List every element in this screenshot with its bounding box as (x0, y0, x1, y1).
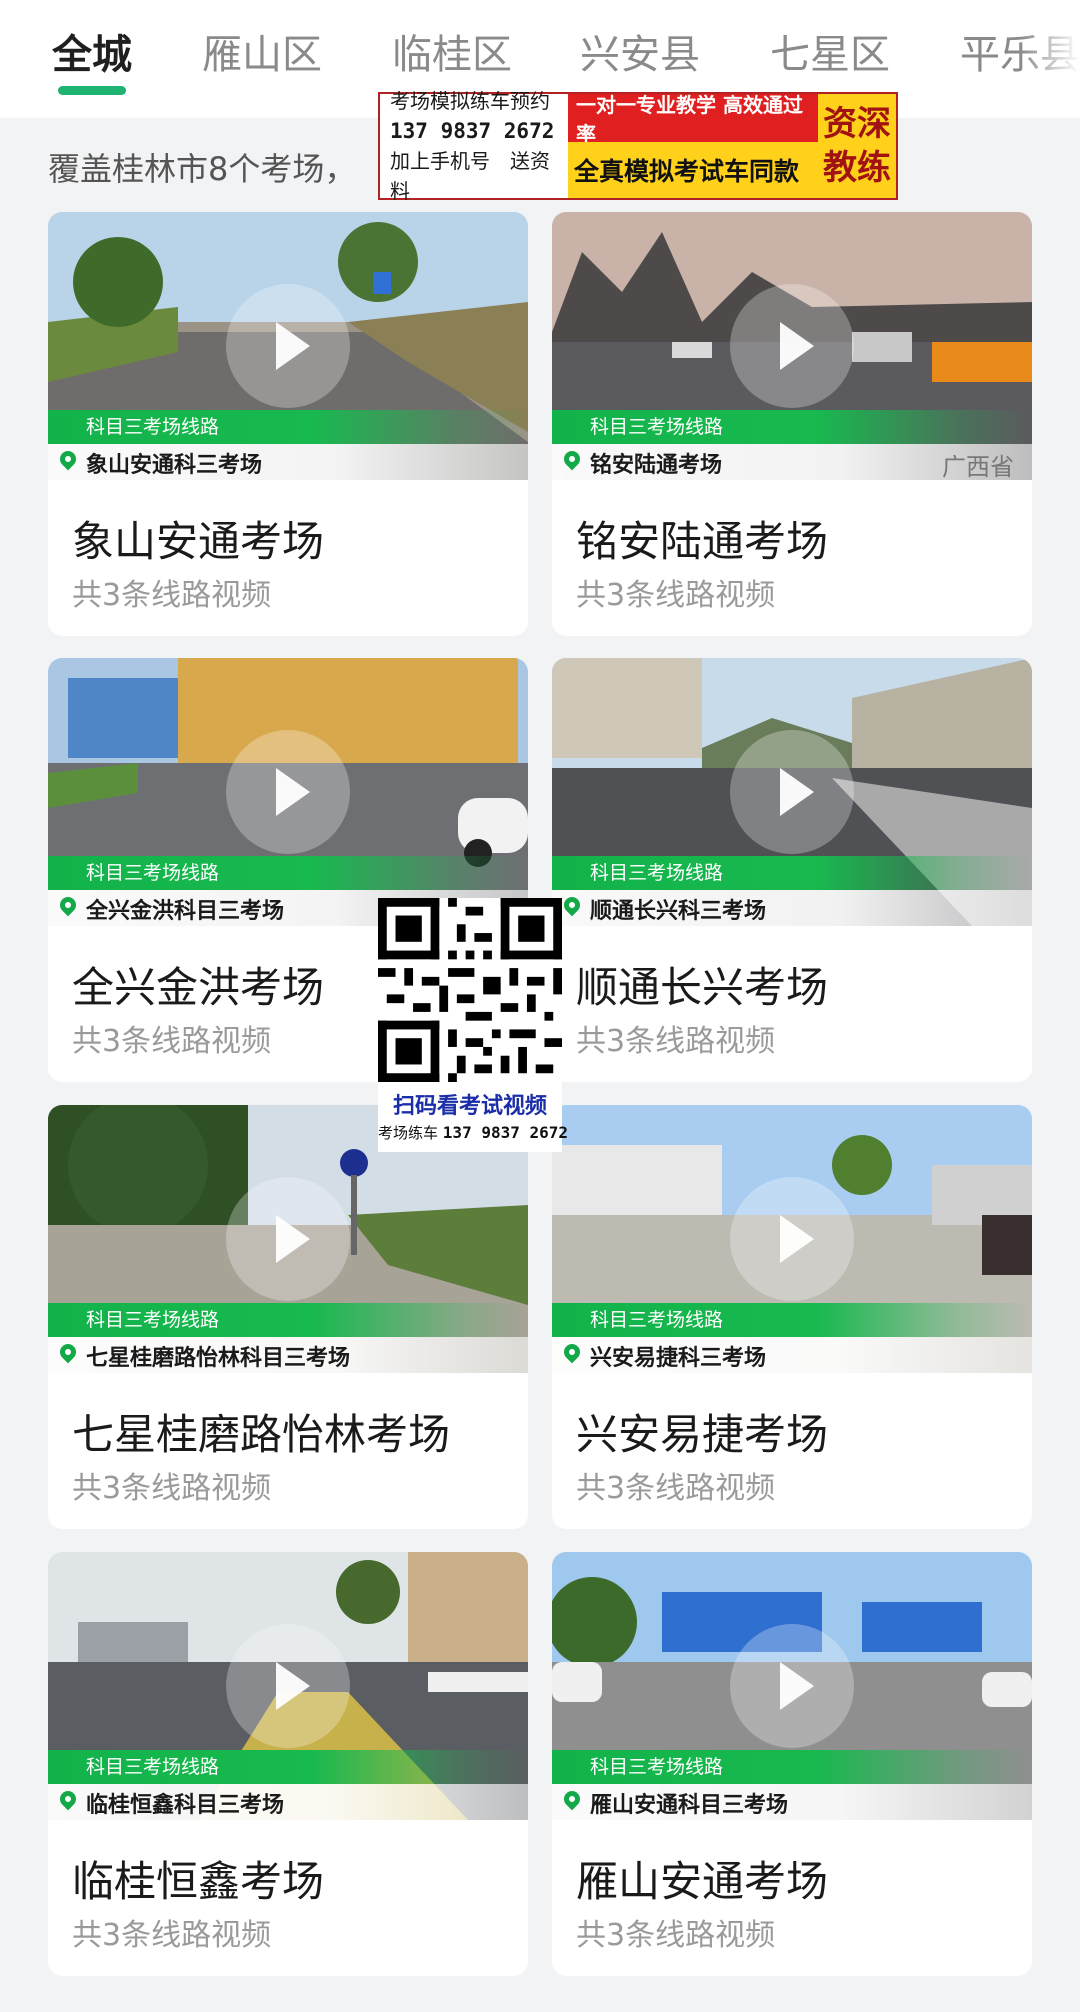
video-thumbnail[interactable]: 科目三考场线路 全兴金洪科目三考场 (48, 658, 528, 926)
video-thumbnail[interactable]: 科目三考场线路 顺通长兴科三考场 (552, 658, 1032, 926)
tab-xingan[interactable]: 兴安县 (580, 22, 700, 80)
ad-slogan2: 全真模拟考试车同款 (568, 142, 818, 198)
route-tag: 科目三考场线路 (48, 1750, 528, 1784)
exam-site-card[interactable]: 科目三考场线路 象山安通科三考场 象山安通考场 共3条线路视频 (48, 212, 528, 636)
location-label: 铭安陆通考场 (590, 453, 723, 478)
location-strip: 顺通长兴科三考场 (552, 890, 1032, 926)
location-strip: 雁山安通科目三考场 (552, 1784, 1032, 1820)
exam-site-card[interactable]: 科目三考场线路 雁山安通科目三考场 雁山安通考场 共3条线路视频 (552, 1552, 1032, 1976)
route-count: 共3条线路视频 (72, 1918, 272, 1953)
video-thumbnail[interactable]: 科目三考场线路 临桂恒鑫科目三考场 (48, 1552, 528, 1820)
play-icon[interactable] (730, 284, 854, 408)
video-thumbnail[interactable]: 科目三考场线路 象山安通科三考场 (48, 212, 528, 480)
ad-line3: 加上手机号 送资料 (390, 149, 550, 203)
route-tag: 科目三考场线路 (48, 1303, 528, 1337)
route-count: 共3条线路视频 (576, 578, 776, 613)
video-thumbnail[interactable]: 科目三考场线路 铭安陆通考场 广西省 (552, 212, 1032, 480)
location-strip: 象山安通科三考场 (48, 444, 528, 480)
location-label: 全兴金洪科目三考场 (86, 899, 285, 924)
location-pin-icon (56, 1787, 80, 1811)
location-pin-icon (56, 447, 80, 471)
route-count: 共3条线路视频 (576, 1471, 776, 1506)
ad-badge: 资深 教练 (818, 94, 896, 198)
location-pin-icon (56, 1340, 80, 1364)
active-tab-indicator (58, 86, 126, 95)
exam-site-card[interactable]: 科目三考场线路 临桂恒鑫科目三考场 临桂恒鑫考场 共3条线路视频 (48, 1552, 528, 1976)
ad-line1: 考场模拟练车预约 (390, 89, 550, 113)
play-icon[interactable] (730, 1177, 854, 1301)
exam-site-title: 兴安易捷考场 (576, 1410, 829, 1459)
location-strip: 兴安易捷科三考场 (552, 1337, 1032, 1373)
location-label: 临桂恒鑫科目三考场 (86, 1793, 285, 1818)
tab-lingui[interactable]: 临桂区 (392, 22, 512, 80)
location-label: 顺通长兴科三考场 (590, 899, 767, 924)
video-thumbnail[interactable]: 科目三考场线路 雁山安通科目三考场 (552, 1552, 1032, 1820)
location-label: 象山安通科三考场 (86, 453, 263, 478)
route-tag: 科目三考场线路 (552, 856, 1032, 890)
route-tag: 科目三考场线路 (48, 410, 528, 444)
route-count: 共3条线路视频 (576, 1918, 776, 1953)
location-strip: 七星桂磨路怡林科目三考场 (48, 1337, 528, 1373)
tab-scroll-fade (1020, 0, 1080, 110)
exam-site-title: 顺通长兴考场 (576, 963, 829, 1012)
play-icon[interactable] (226, 1624, 350, 1748)
location-label: 兴安易捷科三考场 (590, 1346, 767, 1371)
qr-code-overlay[interactable]: 扫码看考试视频 考场练车 137 9837 2672 (378, 898, 568, 1152)
tab-yanshan[interactable]: 雁山区 (202, 22, 322, 80)
play-icon[interactable] (730, 730, 854, 854)
play-icon[interactable] (226, 730, 350, 854)
exam-site-title: 七星桂磨路怡林考场 (72, 1410, 451, 1459)
location-pin-icon (560, 447, 584, 471)
route-tag: 科目三考场线路 (552, 1303, 1032, 1337)
qr-label: 考场练车 (378, 1124, 439, 1142)
ad-slogan-block: 一对一专业教学 高效通过率 全真模拟考试车同款 (568, 93, 818, 198)
coverage-summary: 覆盖桂林市8个考场， (48, 150, 357, 188)
play-icon[interactable] (730, 1624, 854, 1748)
route-tag: 科目三考场线路 (552, 410, 1032, 444)
exam-site-title: 雁山安通考场 (576, 1857, 829, 1906)
ad-badge2: 教练 (823, 148, 891, 188)
play-icon[interactable] (226, 1177, 350, 1301)
exam-site-title: 象山安通考场 (72, 517, 325, 566)
location-strip: 临桂恒鑫科目三考场 (48, 1784, 528, 1820)
location-pin-icon (560, 1340, 584, 1364)
qr-caption: 扫码看考试视频 (392, 1094, 547, 1119)
route-tag: 科目三考场线路 (48, 856, 528, 890)
ad-badge1: 资深 (823, 104, 891, 144)
tab-qixing[interactable]: 七星区 (770, 22, 890, 80)
ad-slogan1: 一对一专业教学 高效通过率 (568, 93, 818, 146)
route-count: 共3条线路视频 (576, 1024, 776, 1059)
qr-contact: 考场练车 137 9837 2672 (378, 1122, 568, 1143)
location-label: 雁山安通科目三考场 (590, 1793, 789, 1818)
route-count: 共3条线路视频 (72, 578, 272, 613)
exam-site-title: 临桂恒鑫考场 (72, 1857, 325, 1906)
exam-site-card[interactable]: 科目三考场线路 顺通长兴科三考场 顺通长兴考场 共3条线路视频 (552, 658, 1032, 1082)
ad-phone: 137 9837 2672 (390, 119, 555, 143)
tab-all-city[interactable]: 全城 (52, 22, 132, 80)
exam-site-title: 铭安陆通考场 (576, 517, 829, 566)
ad-contact-block: 考场模拟练车预约 137 9837 2672 加上手机号 送资料 (380, 89, 568, 203)
ad-banner[interactable]: 考场模拟练车预约 137 9837 2672 加上手机号 送资料 一对一专业教学… (378, 89, 898, 203)
location-strip: 铭安陆通考场 广西省 (552, 444, 1032, 480)
exam-site-card[interactable]: 科目三考场线路 七星桂磨路怡林科目三考场 七星桂磨路怡林考场 共3条线路视频 (48, 1105, 528, 1529)
route-count: 共3条线路视频 (72, 1024, 272, 1059)
location-pin-icon (560, 1787, 584, 1811)
qr-code-icon (378, 898, 562, 1082)
qr-phone: 137 9837 2672 (442, 1123, 569, 1142)
location-pin-icon (560, 893, 584, 917)
location-pin-icon (56, 893, 80, 917)
route-count: 共3条线路视频 (72, 1471, 272, 1506)
play-icon[interactable] (226, 284, 350, 408)
exam-site-card[interactable]: 科目三考场线路 兴安易捷科三考场 兴安易捷考场 共3条线路视频 (552, 1105, 1032, 1529)
exam-site-card[interactable]: 科目三考场线路 铭安陆通考场 广西省 铭安陆通考场 共3条线路视频 (552, 212, 1032, 636)
video-thumbnail[interactable]: 科目三考场线路 兴安易捷科三考场 (552, 1105, 1032, 1373)
province-label: 广西省 (942, 453, 1014, 480)
route-tag: 科目三考场线路 (552, 1750, 1032, 1784)
location-label: 七星桂磨路怡林科目三考场 (86, 1346, 351, 1371)
exam-site-title: 全兴金洪考场 (72, 963, 325, 1012)
